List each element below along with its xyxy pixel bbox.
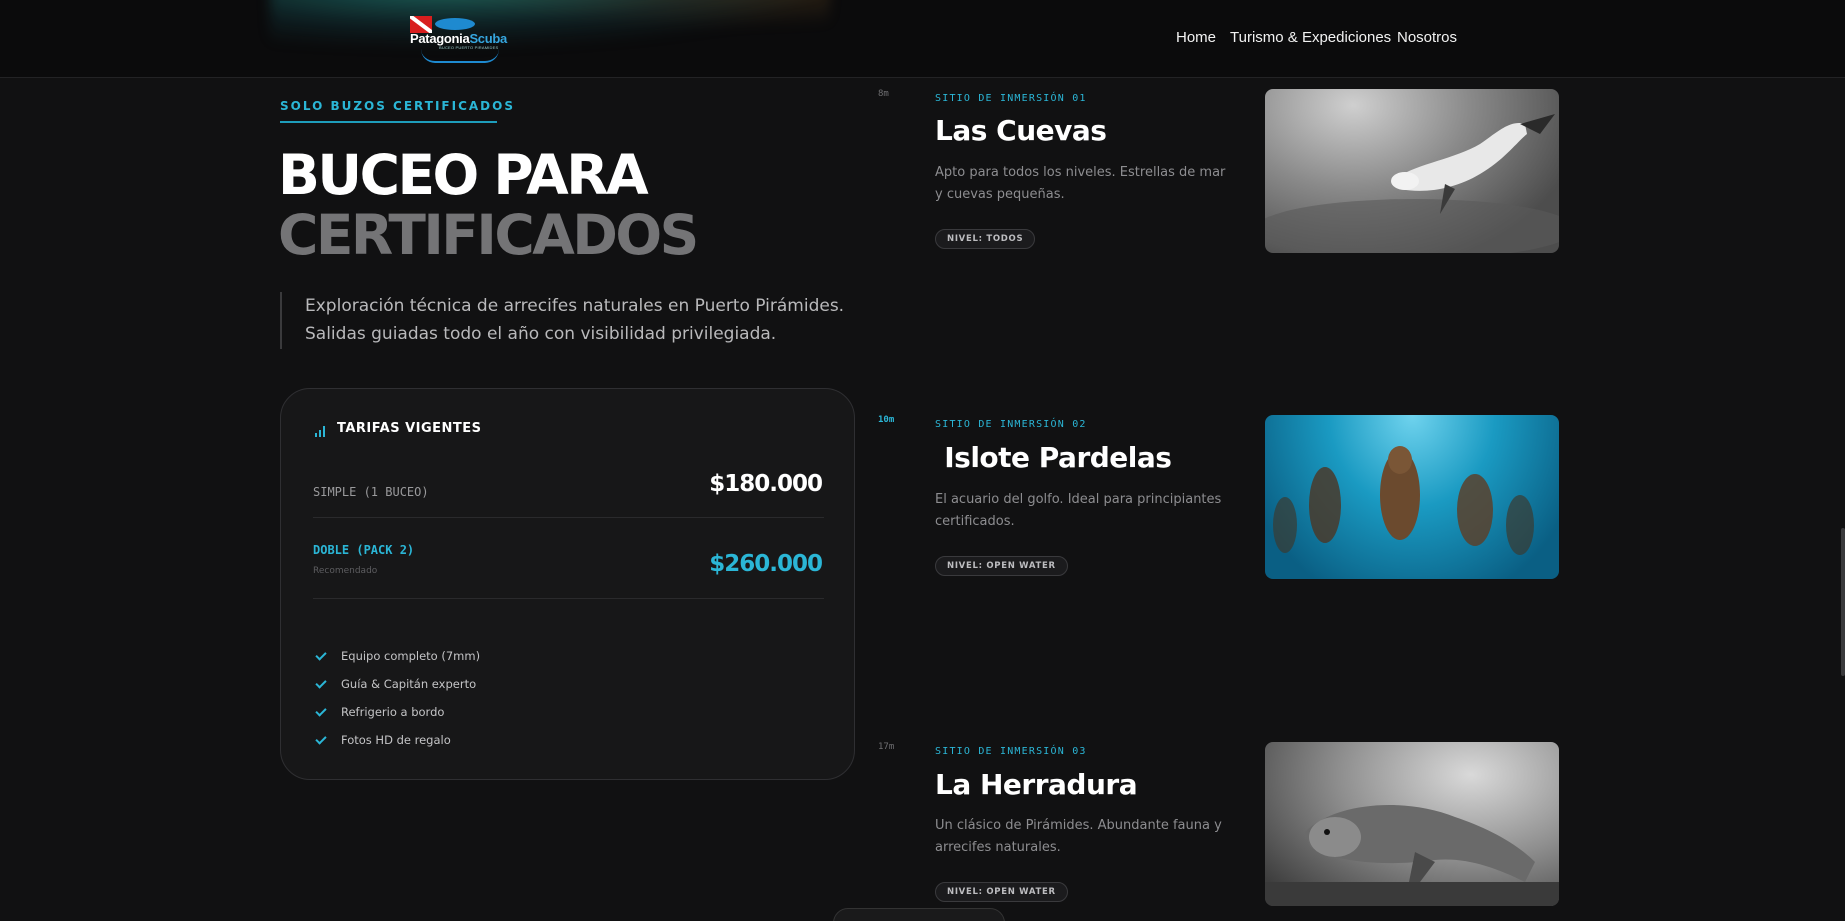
site-name[interactable]: Las Cuevas xyxy=(935,114,1107,147)
sea-lion-illustration xyxy=(1265,114,1559,253)
sea-lions-colony-photo[interactable] xyxy=(1265,415,1559,579)
description-bar xyxy=(280,292,282,349)
check-icon xyxy=(315,677,327,689)
depth-marker: 8m xyxy=(878,89,889,99)
site-level-badge: NIVEL: TODOS xyxy=(935,229,1036,249)
price-note-recommended: Recomendado xyxy=(313,566,378,576)
site-description: Apto para todos los niveles. Estrellas d… xyxy=(935,165,1226,202)
page-title-line1: BUCEO PARA xyxy=(278,143,649,207)
pricing-title: TARIFAS VIGENTES xyxy=(337,421,482,436)
header-glow xyxy=(270,0,830,50)
site-name[interactable]: La Herradura xyxy=(935,768,1138,801)
site-name[interactable]: Islote Pardelas xyxy=(935,441,1172,474)
price-label-simple: SIMPLE (1 BUCEO) xyxy=(313,485,429,499)
price-value-simple: $180.000 xyxy=(709,471,823,497)
patagonia-scuba-logo[interactable]: PatagoniaScuba BUCEO PUERTO PIRAMIDES xyxy=(409,15,507,63)
hero-description: Exploración técnica de arrecifes natural… xyxy=(305,296,845,344)
check-icon xyxy=(315,733,327,745)
sea-lion-closeup-photo[interactable] xyxy=(1265,742,1559,906)
site-kicker: SITIO DE INMERSIÓN 03 xyxy=(935,746,1087,757)
sea-lion-closeup-illustration xyxy=(1265,805,1559,906)
site-header: PatagoniaScuba BUCEO PUERTO PIRAMIDES Ho… xyxy=(0,0,1845,78)
diver-icon xyxy=(435,18,475,30)
price-label-double: DOBLE (PACK 2) xyxy=(313,543,415,557)
site-level-badge: NIVEL: OPEN WATER xyxy=(935,882,1068,902)
price-value-double: $260.000 xyxy=(709,551,823,577)
nav-about[interactable]: Nosotros xyxy=(1397,29,1457,46)
floating-toolbar[interactable] xyxy=(833,908,1005,921)
check-icon xyxy=(315,649,327,661)
logo-wordmark: PatagoniaScuba xyxy=(410,31,507,46)
sea-lion-photo[interactable] xyxy=(1265,89,1559,253)
check-icon xyxy=(315,705,327,717)
pricing-card: TARIFAS VIGENTES SIMPLE (1 BUCEO) $180.0… xyxy=(280,388,855,780)
page-title-line2: CERTIFICADOS xyxy=(278,203,699,267)
scrollbar-thumb[interactable] xyxy=(1841,528,1845,676)
bar-chart-icon xyxy=(315,426,327,437)
site-kicker: SITIO DE INMERSIÓN 02 xyxy=(935,419,1087,430)
depth-marker: 17m xyxy=(878,742,895,752)
nav-home[interactable]: Home xyxy=(1176,29,1216,46)
logo-swoosh xyxy=(421,49,499,63)
sea-lions-illustration xyxy=(1273,446,1534,555)
depth-marker-active: 10m xyxy=(878,415,895,425)
site-level-badge: NIVEL: OPEN WATER xyxy=(935,556,1068,576)
price-divider xyxy=(313,517,824,518)
nav-tours[interactable]: Turismo & Expediciones xyxy=(1230,29,1391,46)
hero-eyebrow: SOLO BUZOS CERTIFICADOS xyxy=(280,99,515,113)
eyebrow-underline xyxy=(280,121,497,123)
site-description: Un clásico de Pirámides. Abundante fauna… xyxy=(935,818,1222,855)
site-description: El acuario del golfo. Ideal para princip… xyxy=(935,492,1222,529)
price-divider xyxy=(313,598,824,599)
site-kicker: SITIO DE INMERSIÓN 01 xyxy=(935,93,1087,104)
